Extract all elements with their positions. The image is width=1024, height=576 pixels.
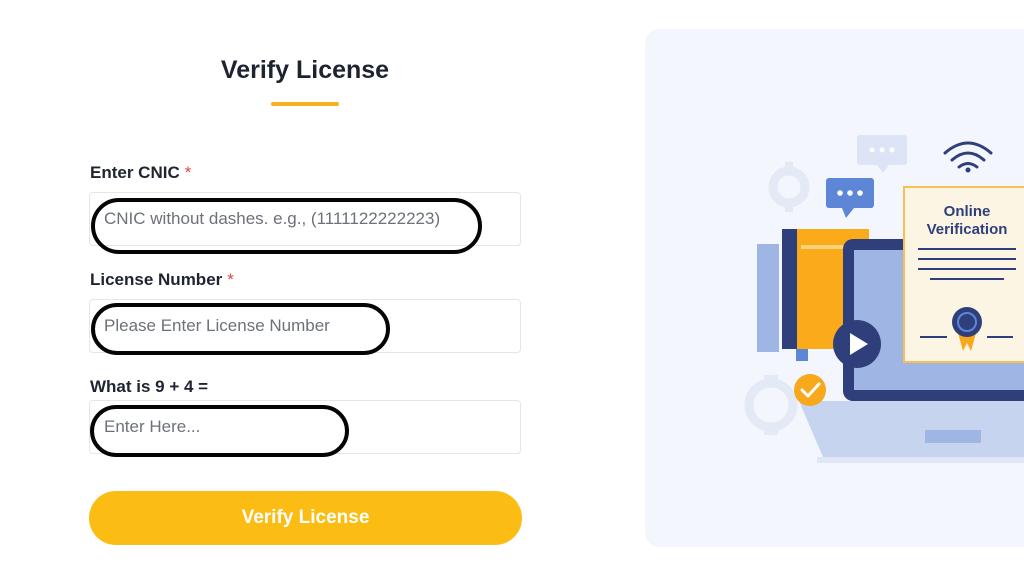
license-label-text: License Number <box>90 270 223 289</box>
required-asterisk: * <box>184 163 192 182</box>
license-field <box>89 299 521 353</box>
cnic-label: Enter CNIC * <box>90 163 191 183</box>
certificate-title-line1: Online <box>944 203 991 220</box>
chat-bubble-icon <box>826 178 874 218</box>
captcha-input[interactable] <box>90 401 520 453</box>
license-label: License Number * <box>90 270 234 290</box>
captcha-field <box>89 400 521 454</box>
page-title: Verify License <box>220 56 390 84</box>
captcha-label: What is 9 + 4 = <box>90 377 209 396</box>
play-button-icon <box>833 320 881 368</box>
license-number-input[interactable] <box>90 300 520 352</box>
online-verification-illustration: Online Verification <box>744 135 1024 463</box>
wifi-icon <box>943 141 993 169</box>
required-asterisk: * <box>227 270 234 289</box>
check-circle-icon <box>794 374 826 406</box>
cnic-input[interactable] <box>90 193 520 245</box>
verify-license-button[interactable]: Verify License <box>89 491 522 545</box>
certificate-title-line2: Verification <box>927 221 1008 238</box>
cnic-field <box>89 192 521 246</box>
illustration-panel: Online Verification <box>645 29 1024 547</box>
chat-bubble-icon <box>857 135 907 173</box>
title-underline <box>271 102 339 106</box>
cnic-label-text: Enter CNIC <box>90 163 180 182</box>
